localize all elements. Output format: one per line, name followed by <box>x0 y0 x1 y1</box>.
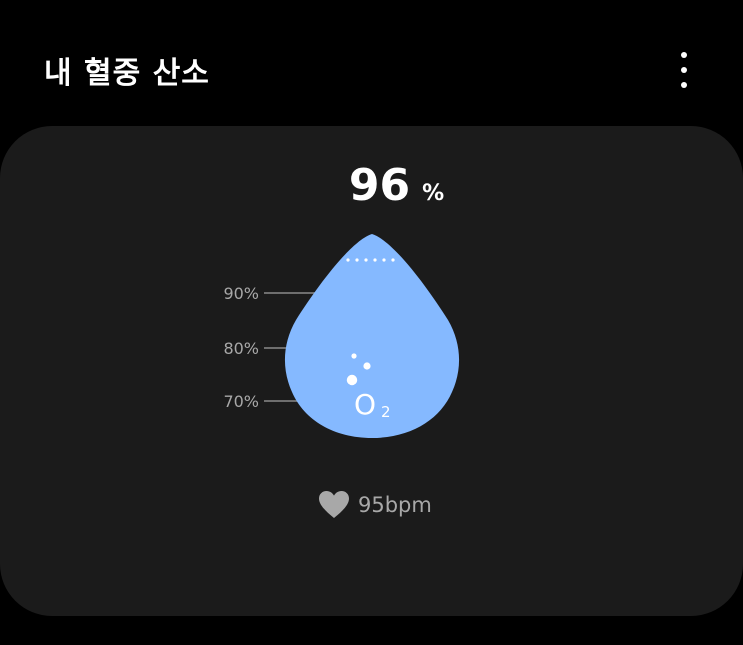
blood-oxygen-screen: 내 혈중 산소 96% 90% 80% 70% O 2 95bpm <box>0 0 743 645</box>
heart-icon <box>319 491 349 518</box>
scale-label-90: 90% <box>223 284 259 303</box>
o2-letter: O <box>354 388 376 421</box>
o2-subscript: 2 <box>381 403 391 421</box>
scale-label-70: 70% <box>223 392 259 411</box>
scale-label-80: 80% <box>223 339 259 358</box>
heart-rate-value: 95bpm <box>358 493 432 517</box>
heart-rate-row: 95bpm <box>318 488 432 522</box>
spo2-gauge: 90% 80% 70% O 2 <box>223 234 460 438</box>
